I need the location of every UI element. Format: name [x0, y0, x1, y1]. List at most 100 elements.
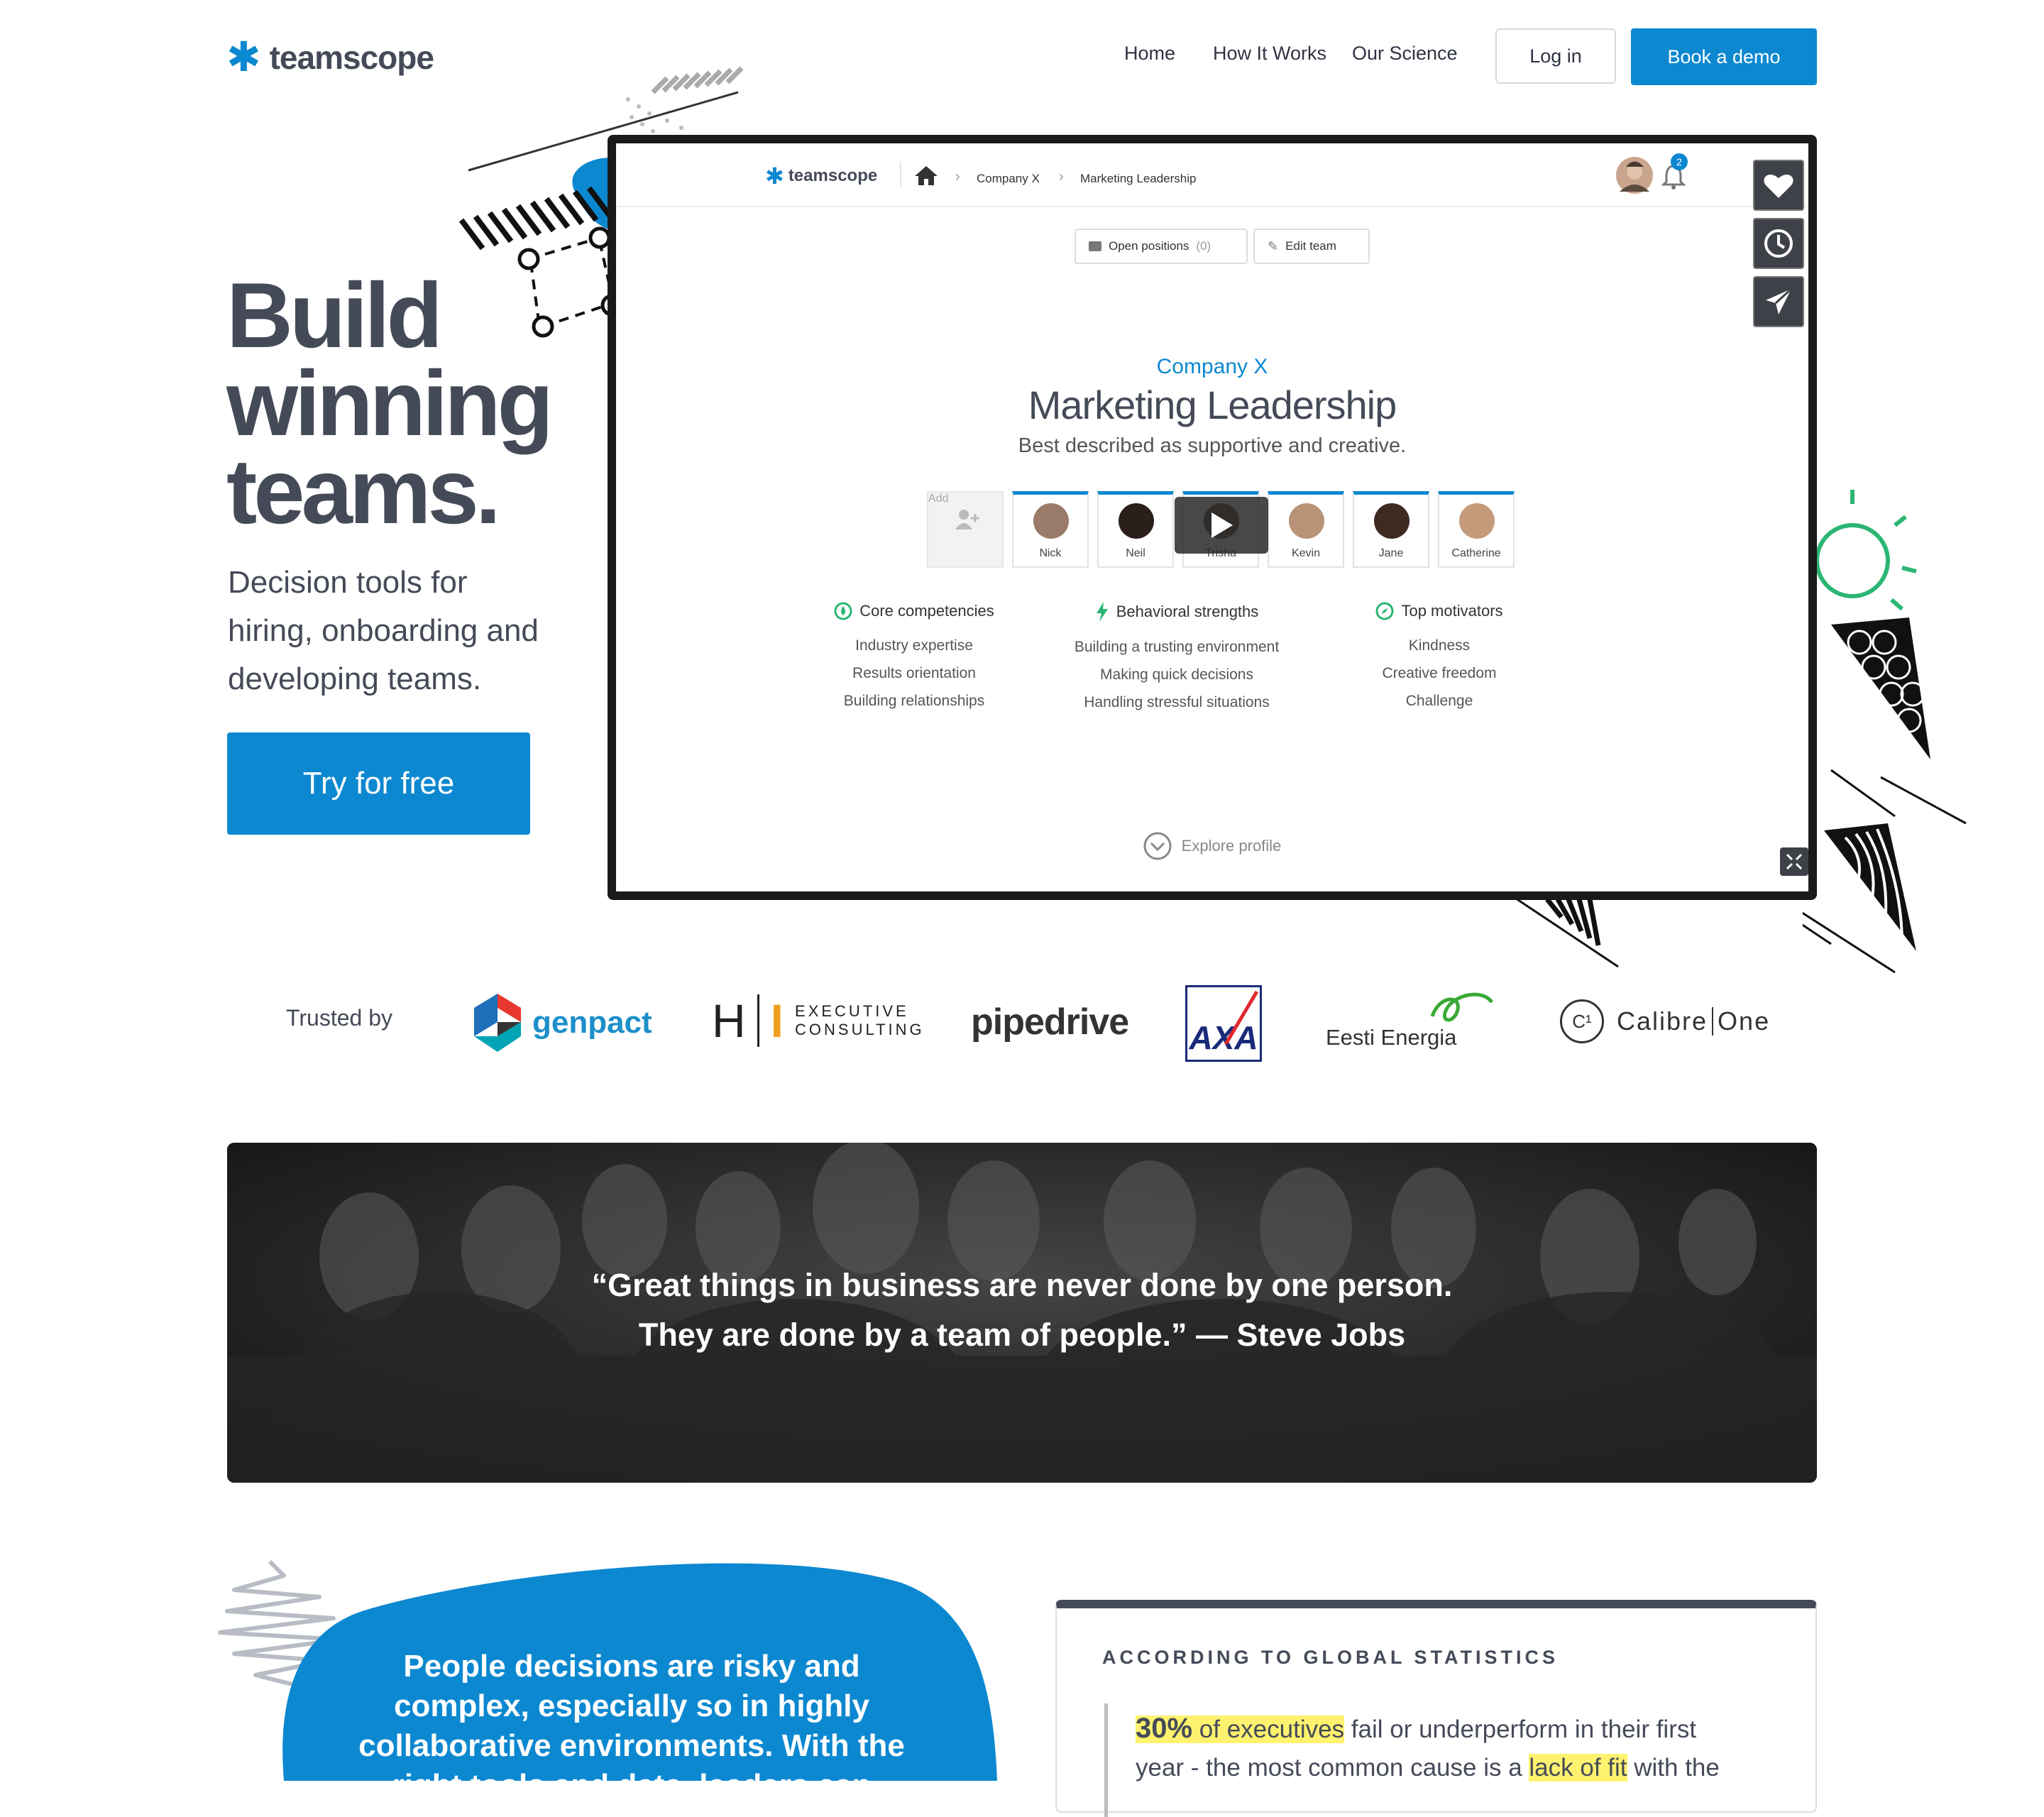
highlight: 30% of executives: [1136, 1713, 1345, 1744]
expand-icon: [1786, 853, 1803, 870]
favorite-button[interactable]: [1753, 160, 1804, 211]
open-positions-label: Open positions: [1109, 239, 1189, 253]
list-item: Results orientation: [852, 665, 976, 681]
nav-home[interactable]: Home: [1124, 43, 1175, 65]
avatar: [1374, 503, 1410, 539]
chevron-down-circle-icon: [1143, 832, 1172, 860]
pencil-icon: ✎: [1268, 238, 1279, 253]
list-item: Industry expertise: [855, 637, 973, 654]
avatar: [1289, 503, 1324, 539]
list-item: Making quick decisions: [1100, 666, 1253, 683]
hero-title-line-2: winning: [226, 351, 554, 455]
edit-team-label: Edit team: [1285, 239, 1336, 253]
problem-line-3: collaborative environments. With the: [358, 1728, 905, 1763]
top-motivators-heading: Top motivators: [1312, 602, 1567, 620]
genpact-wordmark: genpact: [532, 1005, 652, 1040]
statistics-text-2: year - the most common cause is a: [1136, 1754, 1529, 1782]
calibre-wordmark-b: One: [1718, 1006, 1771, 1036]
hero-title-line-3: teams.: [226, 439, 501, 543]
member-card-catherine[interactable]: Catherine: [1438, 491, 1515, 568]
send-button[interactable]: [1753, 276, 1804, 327]
eesti-leaf-mark: [1430, 992, 1494, 1022]
chevron-right-icon: ›: [1059, 169, 1064, 185]
member-card-kevin[interactable]: Kevin: [1268, 491, 1344, 568]
video-play-button[interactable]: [1175, 497, 1268, 554]
drop-icon: [834, 602, 852, 620]
hero-subtitle-line-2: hiring, onboarding and: [228, 613, 539, 648]
statistics-heading: ACCORDING TO GLOBAL STATISTICS: [1102, 1647, 1559, 1668]
member-card-nick[interactable]: Nick: [1012, 491, 1089, 568]
history-button[interactable]: [1753, 218, 1804, 269]
steve-jobs-quote: “Great things in business are never done…: [0, 1261, 2044, 1360]
trusted-by-label: Trusted by: [286, 1005, 392, 1031]
top-motivators-column: Top motivators Kindness Creative freedom…: [1312, 602, 1567, 715]
quote-bar: [1104, 1703, 1108, 1817]
axa-slash-mark: [1224, 990, 1258, 1045]
hero-subtitle: Decision tools for hiring, onboarding an…: [228, 559, 597, 703]
quote-line-2: They are done by a team of people.” — St…: [638, 1317, 1406, 1353]
logo-pipedrive: pipedrive: [971, 1001, 1129, 1043]
mockup-logo-text: teamscope: [788, 166, 878, 185]
member-card-neil[interactable]: Neil: [1097, 491, 1174, 568]
logo-text: teamscope: [269, 39, 434, 76]
breadcrumb-company[interactable]: Company X: [977, 172, 1040, 186]
company-name[interactable]: Company X: [616, 355, 1808, 379]
edit-team-button[interactable]: ✎ Edit team: [1253, 229, 1370, 264]
add-member-card[interactable]: Add: [927, 491, 1004, 568]
logo-calibre-one: C¹ Calibre One: [1560, 999, 1770, 1043]
logo-genpact: genpact: [473, 992, 652, 1053]
clock-icon: [1764, 229, 1793, 258]
paper-plane-icon: [1766, 287, 1793, 314]
avatar: [1033, 503, 1069, 539]
open-positions-button[interactable]: Open positions (0): [1075, 229, 1248, 264]
add-user-icon: [955, 510, 979, 529]
add-label: Add: [928, 493, 949, 505]
heart-icon: [1764, 174, 1793, 198]
eesti-wordmark: Eesti Energia: [1326, 1025, 1457, 1050]
member-name: Kevin: [1291, 547, 1321, 559]
mockup-logo[interactable]: ✱ teamscope: [765, 165, 877, 187]
member-card-jane[interactable]: Jane: [1353, 491, 1429, 568]
book-demo-button[interactable]: Book a demo: [1631, 28, 1817, 85]
statistic-percent: 30%: [1136, 1713, 1193, 1744]
decorative-line-bottom: [1512, 896, 1619, 968]
home-icon[interactable]: [914, 165, 938, 186]
asterisk-icon: ✱: [226, 34, 261, 80]
behavioral-strengths-heading: Behavioral strengths: [1049, 602, 1304, 622]
login-button[interactable]: Log in: [1495, 28, 1616, 84]
nav-our-science[interactable]: Our Science: [1352, 43, 1458, 65]
problem-statement: People decisions are risky and complex, …: [334, 1647, 930, 1806]
fullscreen-button[interactable]: [1780, 847, 1808, 876]
list-item: Creative freedom: [1382, 665, 1497, 681]
site-logo[interactable]: ✱ teamscope: [226, 37, 434, 78]
heading-text: Top motivators: [1401, 602, 1503, 620]
try-for-free-button[interactable]: Try for free: [227, 732, 530, 835]
member-name: Neil: [1126, 547, 1145, 559]
highlight-lack-of-fit: lack of fit: [1529, 1754, 1627, 1782]
list-item: Challenge: [1405, 693, 1473, 709]
open-positions-count: (0): [1196, 239, 1211, 253]
nav-how-it-works[interactable]: How It Works: [1213, 43, 1326, 65]
hero-title: Build winning teams.: [226, 269, 554, 543]
list-item: Handling stressful situations: [1084, 694, 1270, 710]
user-avatar[interactable]: [1615, 156, 1654, 194]
core-competencies-heading: Core competencies: [786, 602, 1042, 620]
calibre-wordmark-a: Calibre: [1617, 1006, 1708, 1036]
hero-subtitle-line-3: developing teams.: [228, 662, 482, 696]
problem-line-1: People decisions are risky and: [403, 1649, 860, 1684]
hi-tagline-line-1: EXECUTIVE: [795, 1002, 909, 1020]
asterisk-icon: ✱: [765, 163, 784, 189]
quote-line-1: “Great things in business are never done…: [591, 1267, 1453, 1303]
app-mockup: ✱ teamscope › Company X › Marketing Lead…: [608, 135, 1817, 900]
hi-letter-i: I: [770, 994, 784, 1047]
hi-letter-h: H: [712, 994, 746, 1047]
hi-tagline: EXECUTIVE CONSULTING: [795, 1002, 925, 1039]
statistics-line-2: year - the most common cause is a lack o…: [1136, 1749, 1774, 1787]
member-name: Nick: [1039, 547, 1062, 559]
statistics-text-3: with the: [1627, 1754, 1720, 1782]
briefcase-icon: [1089, 241, 1101, 251]
problem-line-4: right tools and data, leaders can: [392, 1768, 872, 1803]
explore-profile-link[interactable]: Explore profile: [616, 832, 1808, 860]
member-name: Jane: [1378, 547, 1404, 559]
team-title: Marketing Leadership: [1028, 383, 1397, 427]
